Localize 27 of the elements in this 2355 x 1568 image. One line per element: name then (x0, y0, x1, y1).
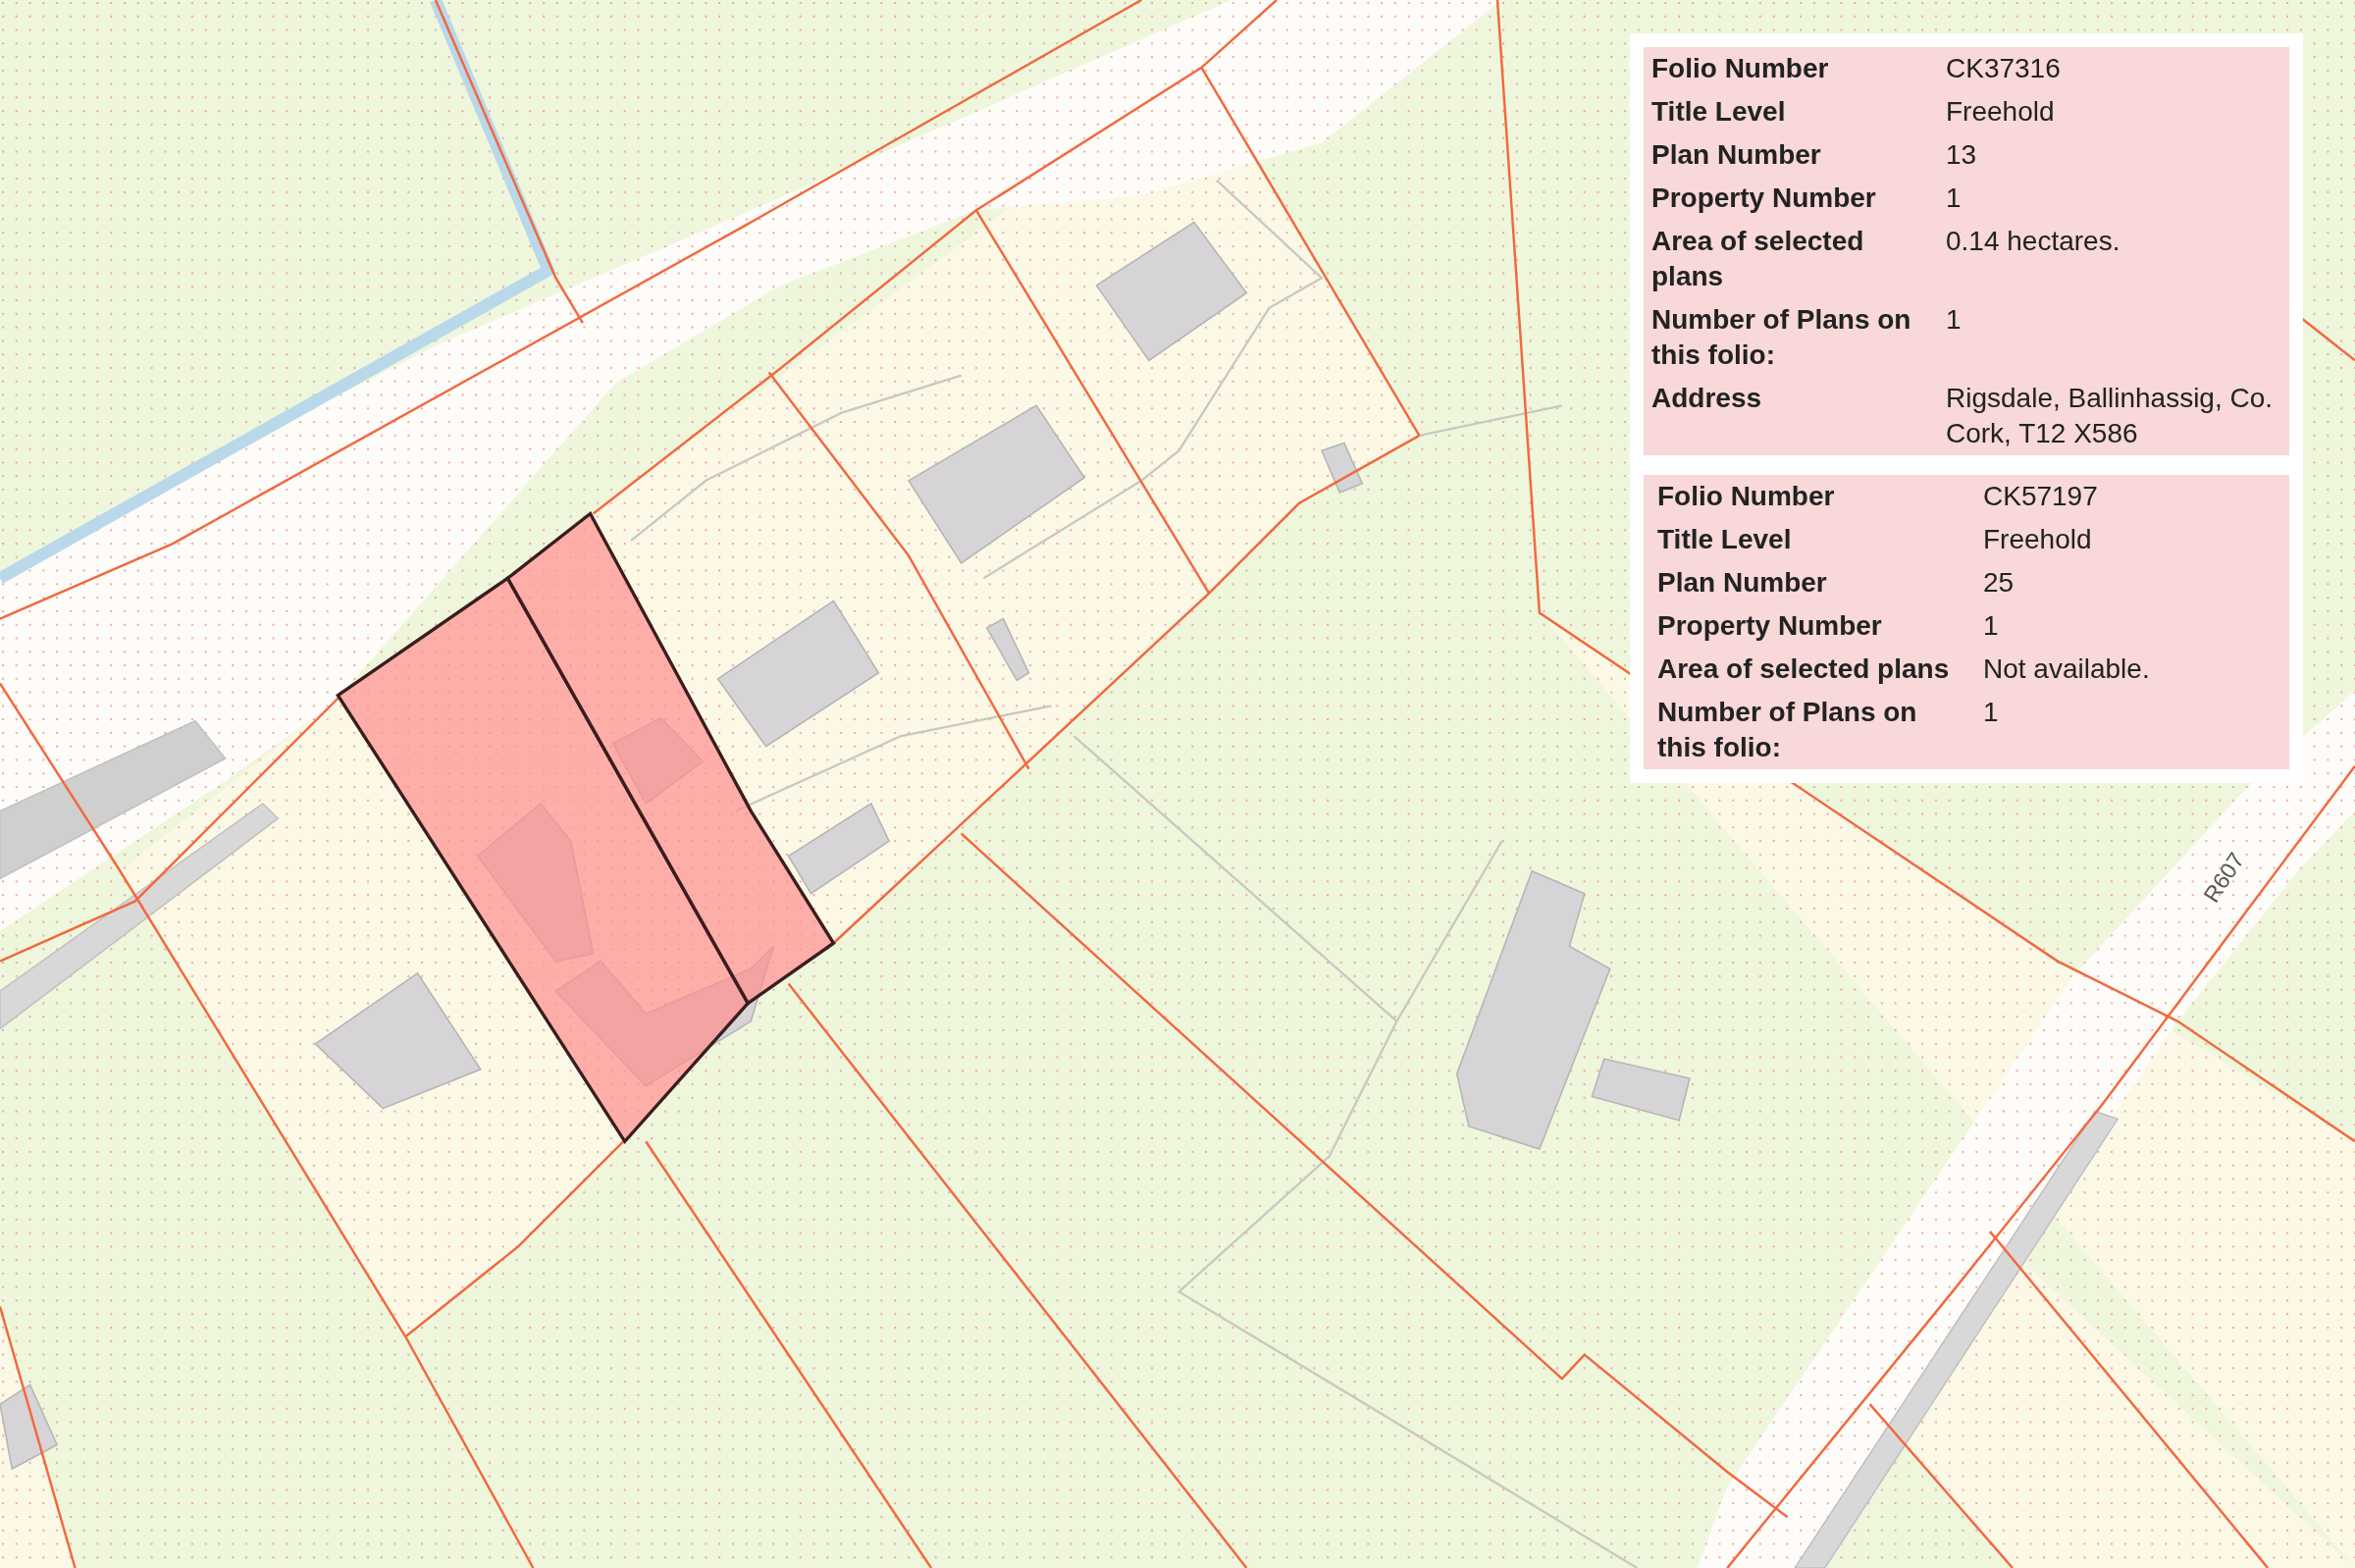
field-value: 1 (1983, 609, 2000, 643)
field-label: Folio Number (1657, 480, 1836, 513)
field-value: Freehold (1983, 523, 2093, 556)
field-label: Area of selected plans (1657, 653, 1951, 686)
field-label: Address (1651, 382, 1763, 415)
field-value: Freehold (1946, 95, 2056, 129)
field-value: 1 (1946, 182, 1962, 215)
field-label: Plan Number (1651, 138, 1822, 172)
field-value: 25 (1983, 566, 2015, 600)
selected-plot-drawing[interactable] (336, 510, 836, 1145)
field-label: Number of Plans on this folio: (1651, 303, 1912, 372)
field-label: Area of selected plans (1651, 225, 1865, 293)
field-label: Number of Plans on this folio: (1657, 696, 1918, 764)
field-value: 0.14 hectares. (1946, 225, 2121, 258)
field-label: Property Number (1657, 609, 1883, 643)
field-label: Title Level (1657, 523, 1793, 556)
field-value: 1 (1983, 696, 2000, 729)
field-value: CK57197 (1983, 480, 2099, 513)
field-value: Rigsdale, Ballinhassig, Co. Cork, T12 X586 (1946, 382, 2275, 450)
field-label: Property Number (1651, 182, 1877, 215)
field-value: 1 (1946, 303, 1962, 337)
field-label: Title Level (1651, 95, 1787, 129)
field-label: Folio Number (1651, 52, 1830, 85)
field-label: Plan Number (1657, 566, 1828, 600)
field-value: 13 (1946, 138, 1978, 172)
field-value: Not available. (1983, 653, 2151, 686)
field-value: CK37316 (1946, 52, 2062, 85)
